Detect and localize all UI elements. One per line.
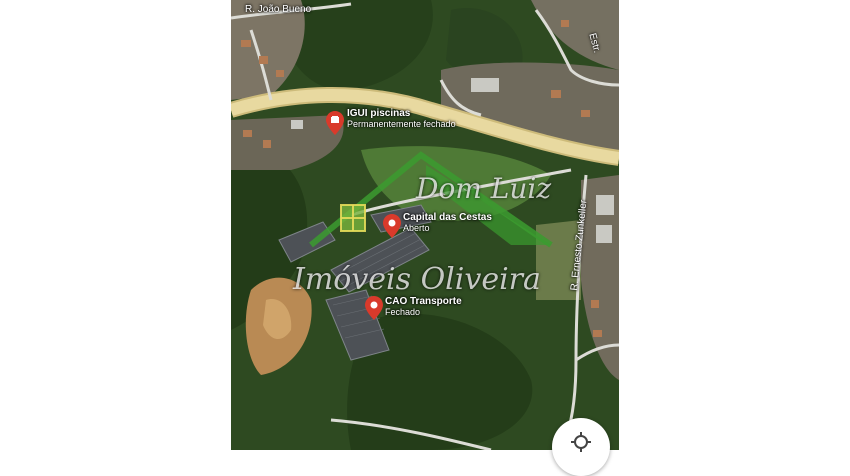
watermark-text-top: Dom Luiz xyxy=(416,172,552,205)
place-name: CAO Transporte xyxy=(385,296,462,307)
place-name: Capital das Cestas xyxy=(403,212,492,223)
place-label-capital[interactable]: Capital das Cestas Aberto xyxy=(403,212,492,234)
place-label-igui[interactable]: IGUI piscinas Permanentemente fechado xyxy=(347,108,456,130)
crosshair-icon xyxy=(571,432,591,452)
map-pin-icon[interactable] xyxy=(365,296,383,320)
watermark-logo-icon xyxy=(309,151,553,248)
my-location-button[interactable] xyxy=(552,418,610,476)
map-pin-icon[interactable] xyxy=(326,111,344,135)
street-label-joao-bueno: R. João Bueno xyxy=(245,4,312,15)
place-name: IGUI piscinas xyxy=(347,108,411,119)
watermark-text-bottom: Imóveis Oliveira xyxy=(293,262,541,297)
place-label-cao[interactable]: CAO Transporte Fechado xyxy=(385,296,462,318)
place-status: Fechado xyxy=(385,307,421,317)
place-status: Aberto xyxy=(403,223,430,233)
satellite-map[interactable]: R. João Bueno Estr. R. Ernesto Zunkeller… xyxy=(231,0,619,450)
map-pin-icon[interactable] xyxy=(383,214,401,238)
place-status: Permanentemente fechado xyxy=(347,119,456,129)
